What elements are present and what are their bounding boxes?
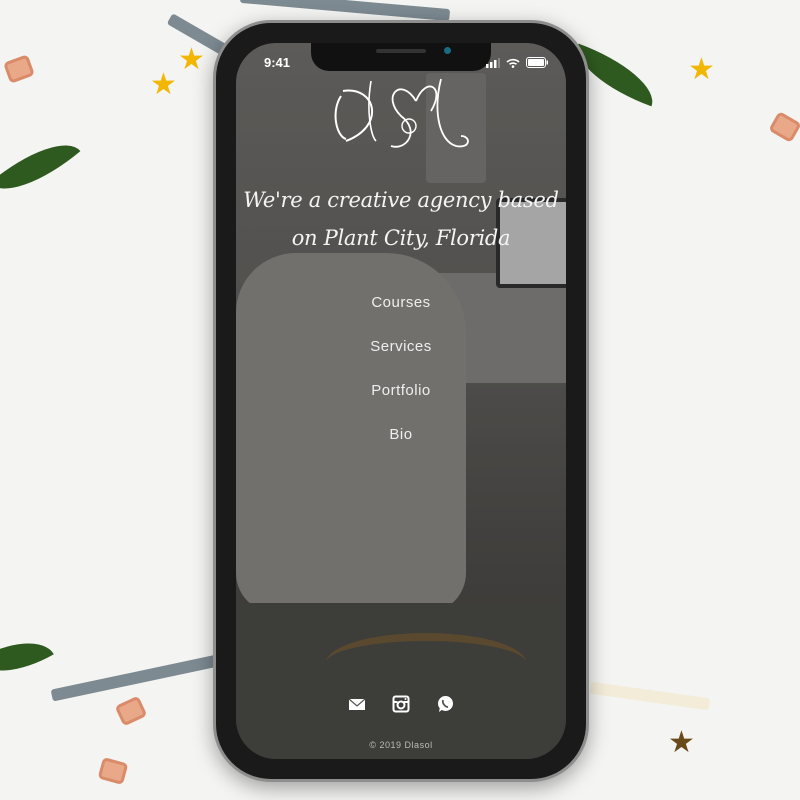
binder-clip-decoration <box>114 695 148 727</box>
leaf-decoration <box>0 125 81 209</box>
signal-icon <box>486 57 500 68</box>
status-time: 9:41 <box>264 55 291 70</box>
pencil-decoration <box>50 654 220 702</box>
star-decoration: ★ <box>150 68 177 101</box>
nav-portfolio[interactable]: Portfolio <box>236 376 566 420</box>
pencil-decoration <box>239 0 451 22</box>
social-links <box>236 695 566 713</box>
phone-frame: 9:41 We're a creative agency based on Pl… <box>213 20 589 782</box>
nav-bio[interactable]: Bio <box>236 420 566 464</box>
star-decoration: ★ <box>688 53 715 86</box>
battery-icon <box>526 57 548 68</box>
star-decoration: ★ <box>668 726 695 759</box>
instagram-icon[interactable] <box>392 695 410 713</box>
tagline-line-1: We're a creative agency based <box>243 188 559 212</box>
footer-copyright: © 2019 Dlasol <box>369 740 433 750</box>
phone-screen: 9:41 We're a creative agency based on Pl… <box>236 43 566 759</box>
tagline-line-2: on Plant City, Florida <box>291 226 511 250</box>
whatsapp-icon[interactable] <box>436 695 454 713</box>
leaf-decoration <box>0 624 54 690</box>
main-nav: Courses Services Portfolio Bio <box>236 288 566 464</box>
star-decoration: ★ <box>178 43 205 76</box>
mail-icon[interactable] <box>348 695 366 713</box>
binder-clip-decoration <box>768 110 800 144</box>
dlasol-logo <box>334 78 469 148</box>
tagline: We're a creative agency based on Plant C… <box>236 181 566 257</box>
binder-clip-decoration <box>3 54 35 84</box>
status-bar: 9:41 <box>236 55 566 73</box>
binder-clip-decoration <box>97 757 129 785</box>
pencil-decoration <box>589 681 711 711</box>
wifi-icon <box>506 58 520 68</box>
nav-services[interactable]: Services <box>236 332 566 376</box>
nav-courses[interactable]: Courses <box>236 288 566 332</box>
